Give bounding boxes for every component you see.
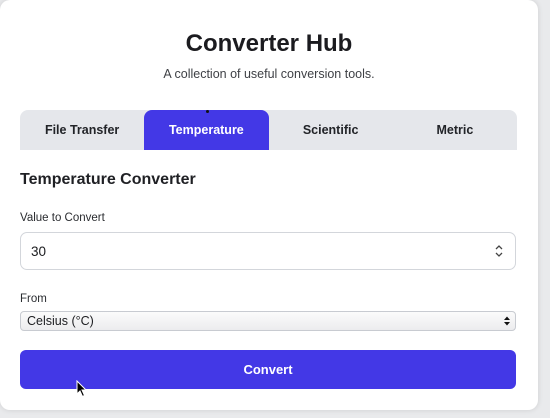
convert-button[interactable]: Convert — [20, 350, 516, 389]
page-title: Converter Hub — [185, 30, 353, 57]
section-title: Temperature Converter — [20, 171, 196, 188]
tab-temperature[interactable]: Temperature — [144, 110, 269, 150]
tab-metric[interactable]: Metric — [393, 110, 517, 150]
up-down-stepper-icon[interactable] — [494, 244, 504, 258]
converter-tabs: File Transfer Temperature Scientific Met… — [20, 110, 517, 150]
value-text: 30 — [31, 243, 47, 259]
tab-scientific[interactable]: Scientific — [269, 110, 393, 150]
from-selected-value: Celsius (°C) — [27, 314, 94, 328]
page-subtitle: A collection of useful conversion tools. — [163, 67, 375, 81]
from-label: From — [20, 293, 47, 305]
converter-card: Converter Hub A collection of useful con… — [0, 0, 538, 410]
mouse-pointer-icon — [76, 380, 88, 398]
tab-file-transfer[interactable]: File Transfer — [20, 110, 144, 150]
value-input[interactable]: 30 — [20, 232, 516, 270]
select-arrows-icon — [504, 316, 510, 326]
value-label: Value to Convert — [20, 212, 105, 224]
from-unit-select[interactable]: Celsius (°C) — [20, 311, 516, 331]
